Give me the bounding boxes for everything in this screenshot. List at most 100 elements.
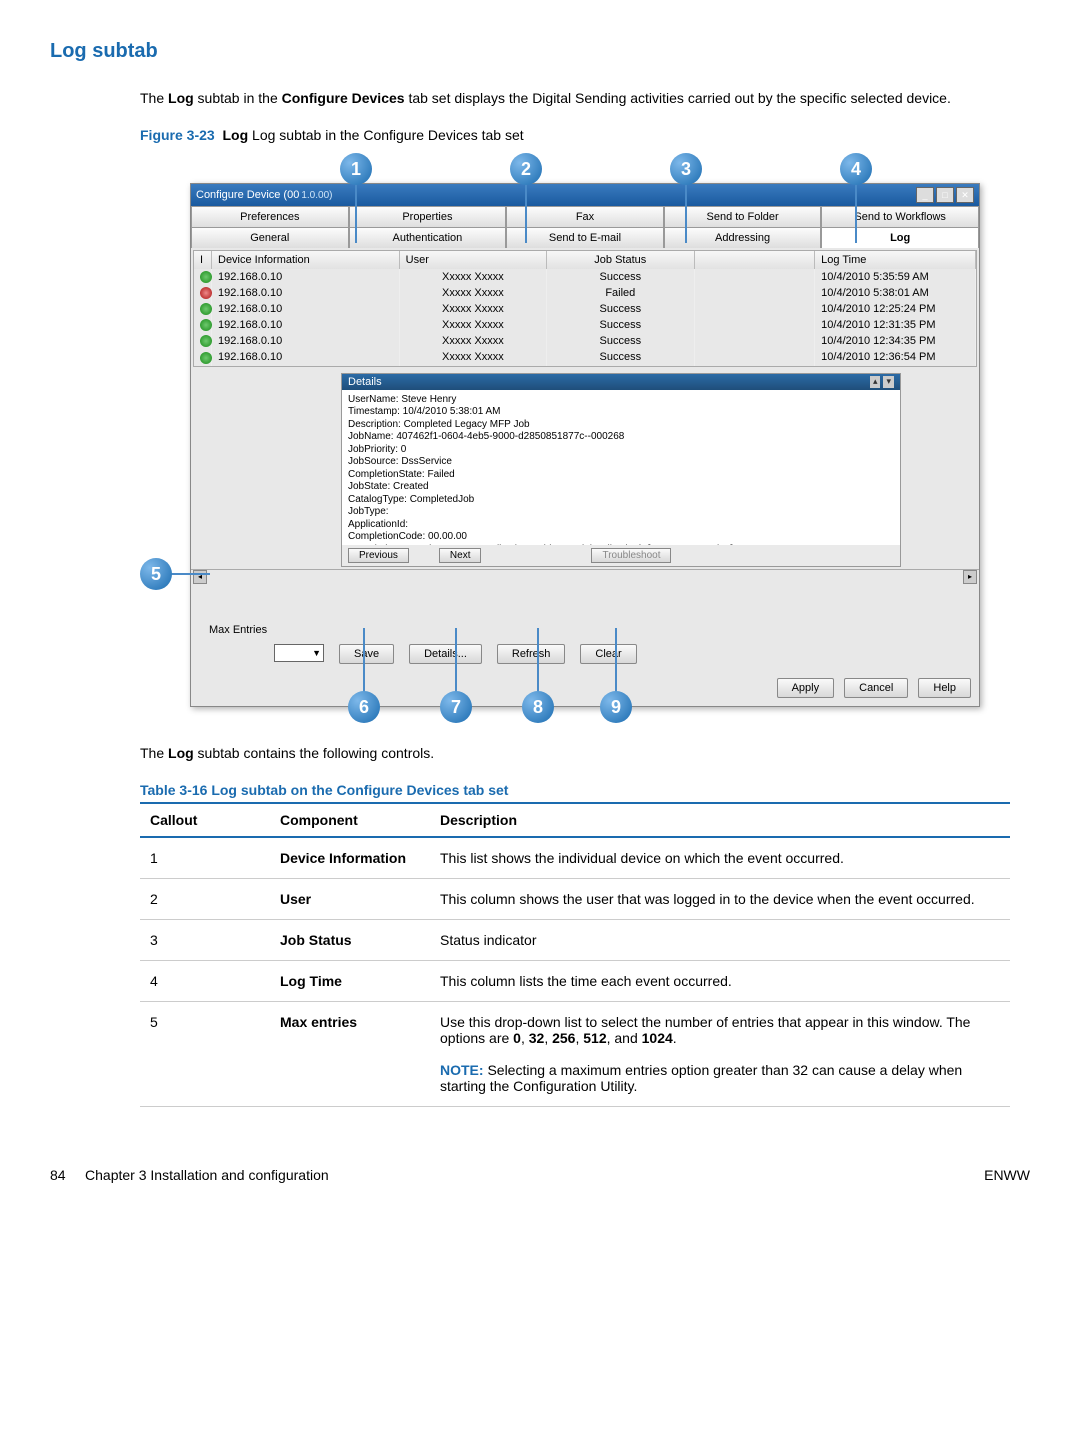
details-button[interactable]: Details...: [409, 644, 482, 664]
details-panel: Details ▴ ▾ UserName: Steve HenryTimesta…: [341, 373, 901, 567]
cancel-button[interactable]: Cancel: [844, 678, 908, 698]
apply-button[interactable]: Apply: [777, 678, 835, 698]
close-icon[interactable]: ✕: [956, 187, 974, 203]
cell-ip: 192.168.0.10: [212, 317, 400, 333]
cell-time: 10/4/2010 12:36:54 PM: [815, 349, 976, 365]
cell-callout: 3: [140, 920, 270, 961]
tab-authentication[interactable]: Authentication: [349, 227, 507, 248]
cell-user: Xxxxx Xxxxx: [400, 317, 547, 333]
app-window: Configure Device (00 1.0.00) _ □ ✕ Prefe…: [190, 183, 980, 707]
window-title-suffix: 1.0.00): [301, 190, 332, 201]
callout-5: 5: [140, 558, 172, 590]
table-row: 5Max entriesUse this drop-down list to s…: [140, 1002, 1010, 1107]
horizontal-scrollbar[interactable]: ◂ ▸: [191, 569, 979, 585]
cell-user: Xxxxx Xxxxx: [400, 269, 547, 285]
cell-status: Success: [547, 301, 694, 317]
tab-fax[interactable]: Fax: [506, 206, 664, 227]
table-row[interactable]: 192.168.0.10Xxxxx XxxxxFailed10/4/2010 5…: [194, 285, 976, 301]
table-row: 2UserThis column shows the user that was…: [140, 879, 1010, 920]
maximize-icon[interactable]: □: [936, 187, 954, 203]
tab-properties[interactable]: Properties: [349, 206, 507, 227]
scroll-right-icon[interactable]: ▸: [963, 570, 977, 584]
bottom-bar: Max Entries ▼ Save Details... Refresh Cl…: [191, 620, 979, 674]
table-row[interactable]: 192.168.0.10Xxxxx XxxxxSuccess10/4/2010 …: [194, 317, 976, 333]
tabs-row-1: Preferences Properties Fax Send to Folde…: [191, 206, 979, 227]
tab-preferences[interactable]: Preferences: [191, 206, 349, 227]
previous-button[interactable]: Previous: [348, 548, 409, 563]
cell-ip: 192.168.0.10: [212, 301, 400, 317]
dialog-buttons: Apply Cancel Help: [191, 674, 979, 706]
chapter-label: Chapter 3 Installation and configuration: [85, 1167, 329, 1183]
save-button[interactable]: Save: [339, 644, 394, 664]
cell-user: Xxxxx Xxxxx: [400, 285, 547, 301]
tab-general[interactable]: General: [191, 227, 349, 248]
col-job-status[interactable]: Job Status: [547, 251, 694, 269]
refresh-button[interactable]: Refresh: [497, 644, 566, 664]
page-footer: 84 Chapter 3 Installation and configurat…: [50, 1167, 1030, 1183]
callout-3: 3: [670, 153, 702, 185]
cell-status: Success: [547, 333, 694, 349]
details-title: Details: [348, 376, 382, 388]
table-row: 3Job StatusStatus indicator: [140, 920, 1010, 961]
status-icon: [200, 287, 212, 299]
th-callout: Callout: [140, 803, 270, 837]
clear-button[interactable]: Clear: [580, 644, 636, 664]
after-figure-text: The Log subtab contains the following co…: [140, 743, 1030, 764]
troubleshoot-button[interactable]: Troubleshoot: [591, 548, 671, 563]
cell-time: 10/4/2010 12:34:35 PM: [815, 333, 976, 349]
col-device-information[interactable]: Device Information: [212, 251, 400, 269]
cell-status: Success: [547, 349, 694, 365]
cell-component: Device Information: [270, 837, 430, 879]
cell-callout: 5: [140, 1002, 270, 1107]
cell-user: Xxxxx Xxxxx: [400, 301, 547, 317]
cell-user: Xxxxx Xxxxx: [400, 333, 547, 349]
cell-description: Use this drop-down list to select the nu…: [430, 1002, 1010, 1107]
tab-send-to-email[interactable]: Send to E-mail: [506, 227, 664, 248]
table-row[interactable]: 192.168.0.10Xxxxx XxxxxSuccess 10/4/2010 …: [194, 269, 976, 285]
tab-addressing[interactable]: Addressing: [664, 227, 822, 248]
cell-callout: 4: [140, 961, 270, 1002]
cell-component: Job Status: [270, 920, 430, 961]
details-footer: Previous Next Troubleshoot: [342, 545, 900, 566]
window-titlebar[interactable]: Configure Device (00 1.0.00) _ □ ✕: [191, 184, 979, 206]
intro-paragraph: The Log subtab in the Configure Devices …: [140, 88, 1030, 109]
cell-time: 10/4/2010 12:31:35 PM: [815, 317, 976, 333]
window-title: Configure Device (00: [196, 189, 299, 201]
status-icon: [200, 335, 212, 347]
tabs-row-2: General Authentication Send to E-mail Ad…: [191, 227, 979, 248]
cell-status: Success: [547, 269, 694, 285]
help-button[interactable]: Help: [918, 678, 971, 698]
next-button[interactable]: Next: [439, 548, 482, 563]
status-icon: [200, 352, 212, 364]
cell-ip: 192.168.0.10: [212, 269, 400, 285]
details-down-icon[interactable]: ▾: [883, 376, 894, 388]
cell-description: This column shows the user that was logg…: [430, 879, 1010, 920]
cell-time: 10/4/2010 12:25:24 PM: [815, 301, 976, 317]
max-entries-dropdown[interactable]: ▼: [274, 644, 324, 662]
col-icon[interactable]: I: [194, 251, 212, 269]
cell-ip: 192.168.0.10: [212, 349, 400, 365]
minimize-icon[interactable]: _: [916, 187, 934, 203]
th-component: Component: [270, 803, 430, 837]
log-table-header: I Device Information User Job Status Log…: [194, 251, 976, 269]
max-entries-label: Max Entries: [209, 624, 267, 636]
details-up-icon[interactable]: ▴: [870, 376, 881, 388]
tab-log[interactable]: Log: [821, 227, 979, 248]
footer-right: ENWW: [984, 1167, 1030, 1183]
tab-send-to-workflows[interactable]: Send to Workflows: [821, 206, 979, 227]
section-heading: Log subtab: [50, 40, 1030, 63]
cell-description: Status indicator: [430, 920, 1010, 961]
table-row[interactable]: 192.168.0.10Xxxxx XxxxxSuccess10/4/2010 …: [194, 349, 976, 365]
controls-table: Callout Component Description 1Device In…: [140, 802, 1010, 1107]
scroll-left-icon[interactable]: ◂: [193, 570, 207, 584]
cell-time: 10/4/2010 5:35:59 AM: [815, 269, 976, 285]
log-table: I Device Information User Job Status Log…: [193, 250, 977, 367]
table-row[interactable]: 192.168.0.10Xxxxx XxxxxSuccess10/4/2010 …: [194, 333, 976, 349]
col-log-time[interactable]: Log Time: [815, 251, 976, 269]
status-icon: [200, 271, 212, 283]
table-label: Table 3-16 Log subtab on the Configure D…: [140, 782, 1030, 798]
tab-send-to-folder[interactable]: Send to Folder: [664, 206, 822, 227]
figure-label: Figure 3-23 Log Log subtab in the Config…: [140, 127, 1030, 143]
table-row[interactable]: 192.168.0.10Xxxxx XxxxxSuccess 10/4/2010 …: [194, 301, 976, 317]
col-user[interactable]: User: [400, 251, 547, 269]
